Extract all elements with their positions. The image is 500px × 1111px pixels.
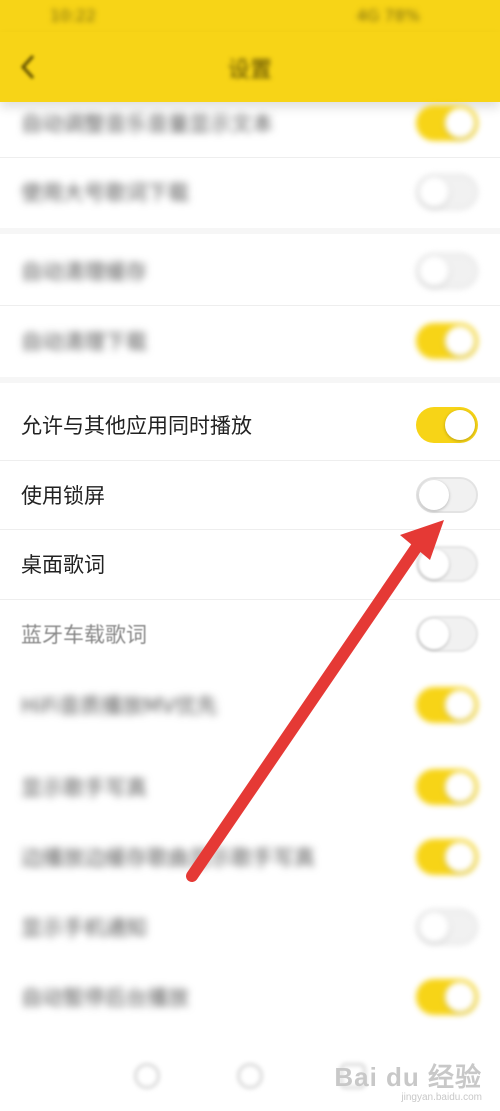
toggle-switch-off[interactable]: [416, 546, 478, 582]
toggle-knob: [419, 549, 449, 579]
section-gap: [0, 377, 500, 383]
toggle-knob: [419, 177, 449, 207]
setting-label: HiFi音质播放MV优先: [21, 694, 218, 718]
setting-row-lock-screen[interactable]: 使用锁屏: [0, 460, 500, 529]
toggle-knob: [445, 982, 475, 1012]
toggle-switch-on[interactable]: [416, 407, 478, 443]
toggle-switch-on[interactable]: [416, 979, 478, 1015]
toggle-switch-on[interactable]: [416, 687, 478, 723]
toggle-switch-off[interactable]: [416, 174, 478, 210]
page-title: 设置: [227, 58, 272, 83]
baidu-jingyan-watermark: Bai du 经验 jingyan.baidu.com: [334, 1057, 482, 1103]
setting-label: 使用大号歌词下载: [21, 181, 189, 205]
setting-row-9[interactable]: HiFi音质播放MV优先: [0, 670, 500, 739]
toggle-switch-off[interactable]: [416, 253, 478, 289]
toggle-knob: [445, 772, 475, 802]
toggle-knob: [445, 690, 475, 720]
toggle-knob: [445, 410, 475, 440]
toggle-knob: [419, 256, 449, 286]
setting-row-12[interactable]: 显示手机通知: [0, 892, 500, 961]
toggle-switch-off[interactable]: [416, 616, 478, 652]
status-time: 10:22: [50, 6, 97, 25]
setting-row-10[interactable]: 显示歌手写真: [0, 752, 500, 821]
setting-row-13[interactable]: 自动暂停后台播放: [0, 962, 500, 1031]
status-indicators: 4G 78%: [356, 6, 420, 25]
toggle-switch-on[interactable]: [416, 323, 478, 359]
setting-row-2[interactable]: 使用大号歌词下载: [0, 157, 500, 226]
setting-row-allow-concurrent-playback[interactable]: 允许与其他应用同时播放: [0, 390, 500, 459]
toggle-knob: [419, 912, 449, 942]
toggle-switch-on[interactable]: [416, 839, 478, 875]
nav-home-icon[interactable]: [134, 1063, 160, 1089]
setting-label: 使用锁屏: [21, 484, 105, 508]
toggle-knob: [445, 842, 475, 872]
setting-label: 蓝牙车载歌词: [21, 623, 147, 647]
setting-label: 自动清理下载: [21, 330, 147, 354]
setting-row-bluetooth-lyrics[interactable]: 蓝牙车载歌词: [0, 599, 500, 668]
toggle-knob: [419, 619, 449, 649]
nav-discover-icon[interactable]: [237, 1063, 263, 1089]
toggle-knob: [445, 326, 475, 356]
toggle-switch-off[interactable]: [416, 477, 478, 513]
setting-label: 自动调整音乐音量显示文本: [21, 112, 273, 136]
toggle-knob: [445, 108, 475, 138]
toggle-switch-on[interactable]: [416, 769, 478, 805]
toggle-switch-off[interactable]: [416, 909, 478, 945]
section-gap: [0, 228, 500, 234]
status-bar: 10:22 4G 78%: [0, 0, 500, 32]
setting-row-11[interactable]: 边播放边缓存歌曲显示歌手写真: [0, 822, 500, 891]
setting-label: 显示歌手写真: [21, 776, 147, 800]
setting-label: 允许与其他应用同时播放: [21, 414, 252, 438]
setting-label: 桌面歌词: [21, 553, 105, 577]
toggle-switch-on[interactable]: [416, 105, 478, 141]
toggle-knob: [419, 480, 449, 510]
setting-label: 自动清理缓存: [21, 260, 147, 284]
setting-row-3[interactable]: 自动清理缓存: [0, 236, 500, 305]
setting-row-desktop-lyrics[interactable]: 桌面歌词: [0, 529, 500, 598]
setting-label: 显示手机通知: [21, 916, 147, 940]
bottom-navigation: Bai du 经验 jingyan.baidu.com: [0, 1045, 500, 1111]
setting-row-4[interactable]: 自动清理下载: [0, 306, 500, 375]
watermark-brand: Bai du 经验: [334, 1062, 482, 1092]
setting-row-1[interactable]: 自动调整音乐音量显示文本: [0, 88, 500, 157]
setting-label: 自动暂停后台播放: [21, 986, 189, 1010]
setting-label: 边播放边缓存歌曲显示歌手写真: [21, 846, 315, 870]
